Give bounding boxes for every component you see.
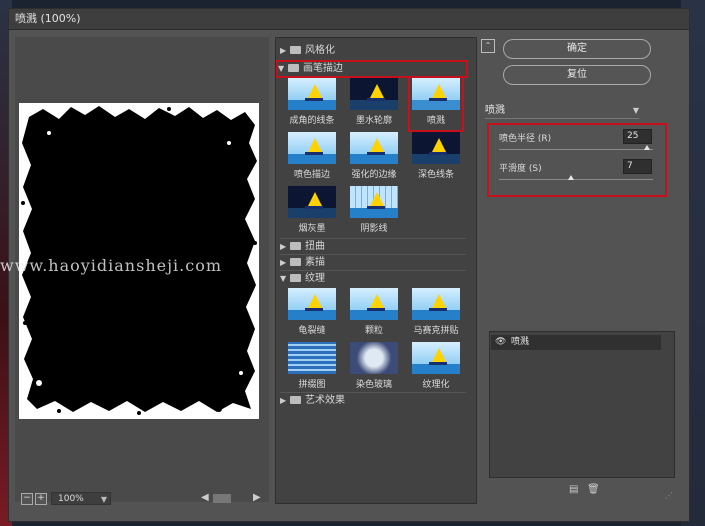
zoom-out-button[interactable]: − bbox=[21, 493, 33, 505]
filter-select-value: 喷溅 bbox=[485, 105, 505, 116]
category-label: 扭曲 bbox=[305, 241, 325, 252]
category-label: 纹理 bbox=[305, 273, 325, 284]
filter-thumb-ink-outlines[interactable] bbox=[350, 78, 398, 110]
filter-parameters: 喷色半径 (R) 25 平滑度 (S) 7 bbox=[487, 123, 667, 197]
effect-layer-item[interactable]: 👁 喷溅 bbox=[491, 335, 661, 350]
collapse-arrow-icon: ▼ bbox=[280, 274, 287, 283]
filter-thumb-accented-edges[interactable] bbox=[350, 132, 398, 164]
chevron-down-icon: ▼ bbox=[100, 495, 107, 504]
filter-thumb-craquelure[interactable] bbox=[288, 288, 336, 320]
smoothness-slider[interactable] bbox=[499, 179, 653, 180]
divider bbox=[280, 270, 466, 271]
preview-zoom-bar: − + 100% ▼ ◀ ▶ bbox=[15, 491, 269, 509]
expand-arrow-icon: ▶ bbox=[280, 258, 287, 267]
resize-grip-icon[interactable]: ⋰ bbox=[665, 491, 673, 500]
zoom-in-button[interactable]: + bbox=[35, 493, 47, 505]
zoom-value: 100% bbox=[58, 494, 84, 504]
delete-effect-layer-icon[interactable]: 🗑 bbox=[587, 485, 600, 495]
category-label: 艺术效果 bbox=[305, 395, 345, 406]
filter-label: 深色线条 bbox=[417, 170, 454, 180]
ok-button[interactable]: 确定 bbox=[503, 39, 651, 59]
category-sketch[interactable]: ▶ 素描 bbox=[280, 256, 466, 270]
folder-icon bbox=[290, 242, 301, 250]
folder-icon bbox=[290, 396, 301, 404]
filter-label: 阴影线 bbox=[360, 224, 388, 234]
collapse-arrow-icon: ▼ bbox=[278, 64, 285, 73]
settings-panel: ⌃ 确定 复位 喷溅 ▼ 喷色半径 (R) 25 平滑度 (S) 7 👁 喷溅 … bbox=[479, 37, 675, 502]
filter-label: 纹理化 bbox=[422, 380, 450, 390]
collapse-gallery-icon[interactable]: ⌃ bbox=[481, 39, 495, 53]
expand-arrow-icon: ▶ bbox=[280, 242, 287, 251]
filter-thumb-dark-strokes[interactable] bbox=[412, 132, 460, 164]
filter-label: 烟灰墨 bbox=[298, 224, 326, 234]
scroll-left-icon[interactable]: ◀ bbox=[201, 492, 209, 503]
eye-icon[interactable]: 👁 bbox=[495, 335, 506, 350]
horizontal-scrollbar[interactable] bbox=[213, 494, 231, 503]
expand-arrow-icon: ▶ bbox=[280, 396, 287, 405]
expand-arrow-icon: ▶ bbox=[280, 46, 287, 55]
dialog-title: 喷溅 (100%) bbox=[9, 9, 689, 30]
filter-label: 马赛克拼贴 bbox=[413, 326, 459, 336]
reset-button[interactable]: 复位 bbox=[503, 65, 651, 85]
category-distort[interactable]: ▶ 扭曲 bbox=[280, 240, 466, 254]
filter-label: 拼缀图 bbox=[298, 380, 326, 390]
filter-thumb-sprayed-strokes[interactable] bbox=[288, 132, 336, 164]
filter-thumb-sumi-e[interactable] bbox=[288, 186, 336, 218]
filter-thumb-mosaic-tiles[interactable] bbox=[412, 288, 460, 320]
category-label: 画笔描边 bbox=[303, 63, 343, 74]
scroll-right-icon[interactable]: ▶ bbox=[253, 492, 261, 503]
spray-radius-slider[interactable] bbox=[499, 149, 653, 150]
filter-thumb-crosshatch[interactable] bbox=[350, 186, 398, 218]
spray-radius-slider-handle[interactable] bbox=[643, 145, 650, 150]
filter-label: 成角的线条 bbox=[289, 116, 335, 126]
spray-radius-label: 喷色半径 (R) bbox=[499, 134, 552, 144]
filter-thumb-patchwork[interactable] bbox=[288, 342, 336, 374]
new-effect-layer-icon[interactable]: ▤ bbox=[569, 485, 579, 495]
smoothness-label: 平滑度 (S) bbox=[499, 164, 542, 174]
filter-label: 颗粒 bbox=[364, 326, 383, 336]
filter-gallery: ▶ 风格化 ▼ 画笔描边 成角的线条 墨水轮廓 喷溅 喷色描边 强化的边缘 深色线条… bbox=[275, 37, 477, 504]
chevron-down-icon: ▼ bbox=[632, 106, 639, 115]
divider bbox=[280, 392, 466, 393]
smoothness-input[interactable]: 7 bbox=[623, 159, 652, 174]
filter-label: 喷溅 bbox=[426, 116, 445, 126]
filter-label: 龟裂缝 bbox=[298, 326, 326, 336]
folder-icon bbox=[290, 274, 301, 282]
filter-thumb-texturizer[interactable] bbox=[412, 342, 460, 374]
folder-icon bbox=[290, 46, 301, 54]
watermark-text: www.haoyidiansheji.com bbox=[0, 256, 223, 275]
filter-thumb-angled-strokes[interactable] bbox=[288, 78, 336, 110]
category-texture[interactable]: ▼ 纹理 bbox=[280, 272, 466, 286]
filter-thumb-spatter[interactable] bbox=[412, 78, 460, 110]
filter-label: 喷色描边 bbox=[293, 170, 330, 180]
effect-layers-panel: 👁 喷溅 bbox=[489, 331, 675, 478]
filter-label: 染色玻璃 bbox=[355, 380, 392, 390]
filter-thumb-grain[interactable] bbox=[350, 288, 398, 320]
effect-layer-name: 喷溅 bbox=[511, 337, 530, 347]
category-label: 风格化 bbox=[305, 45, 335, 56]
filter-label: 强化的边缘 bbox=[351, 170, 397, 180]
filter-label: 墨水轮廓 bbox=[355, 116, 392, 126]
divider bbox=[280, 254, 466, 255]
filter-select[interactable]: 喷溅 ▼ bbox=[485, 103, 639, 119]
folder-icon bbox=[290, 258, 301, 266]
filter-thumb-stained-glass[interactable] bbox=[350, 342, 398, 374]
category-stylize[interactable]: ▶ 风格化 bbox=[280, 44, 466, 58]
zoom-select[interactable]: 100% ▼ bbox=[51, 492, 111, 505]
category-label: 素描 bbox=[305, 257, 325, 268]
category-artistic[interactable]: ▶ 艺术效果 bbox=[280, 394, 466, 408]
folder-icon bbox=[288, 64, 299, 72]
divider bbox=[280, 238, 466, 239]
spray-radius-input[interactable]: 25 bbox=[623, 129, 652, 144]
smoothness-slider-handle[interactable] bbox=[568, 175, 575, 180]
